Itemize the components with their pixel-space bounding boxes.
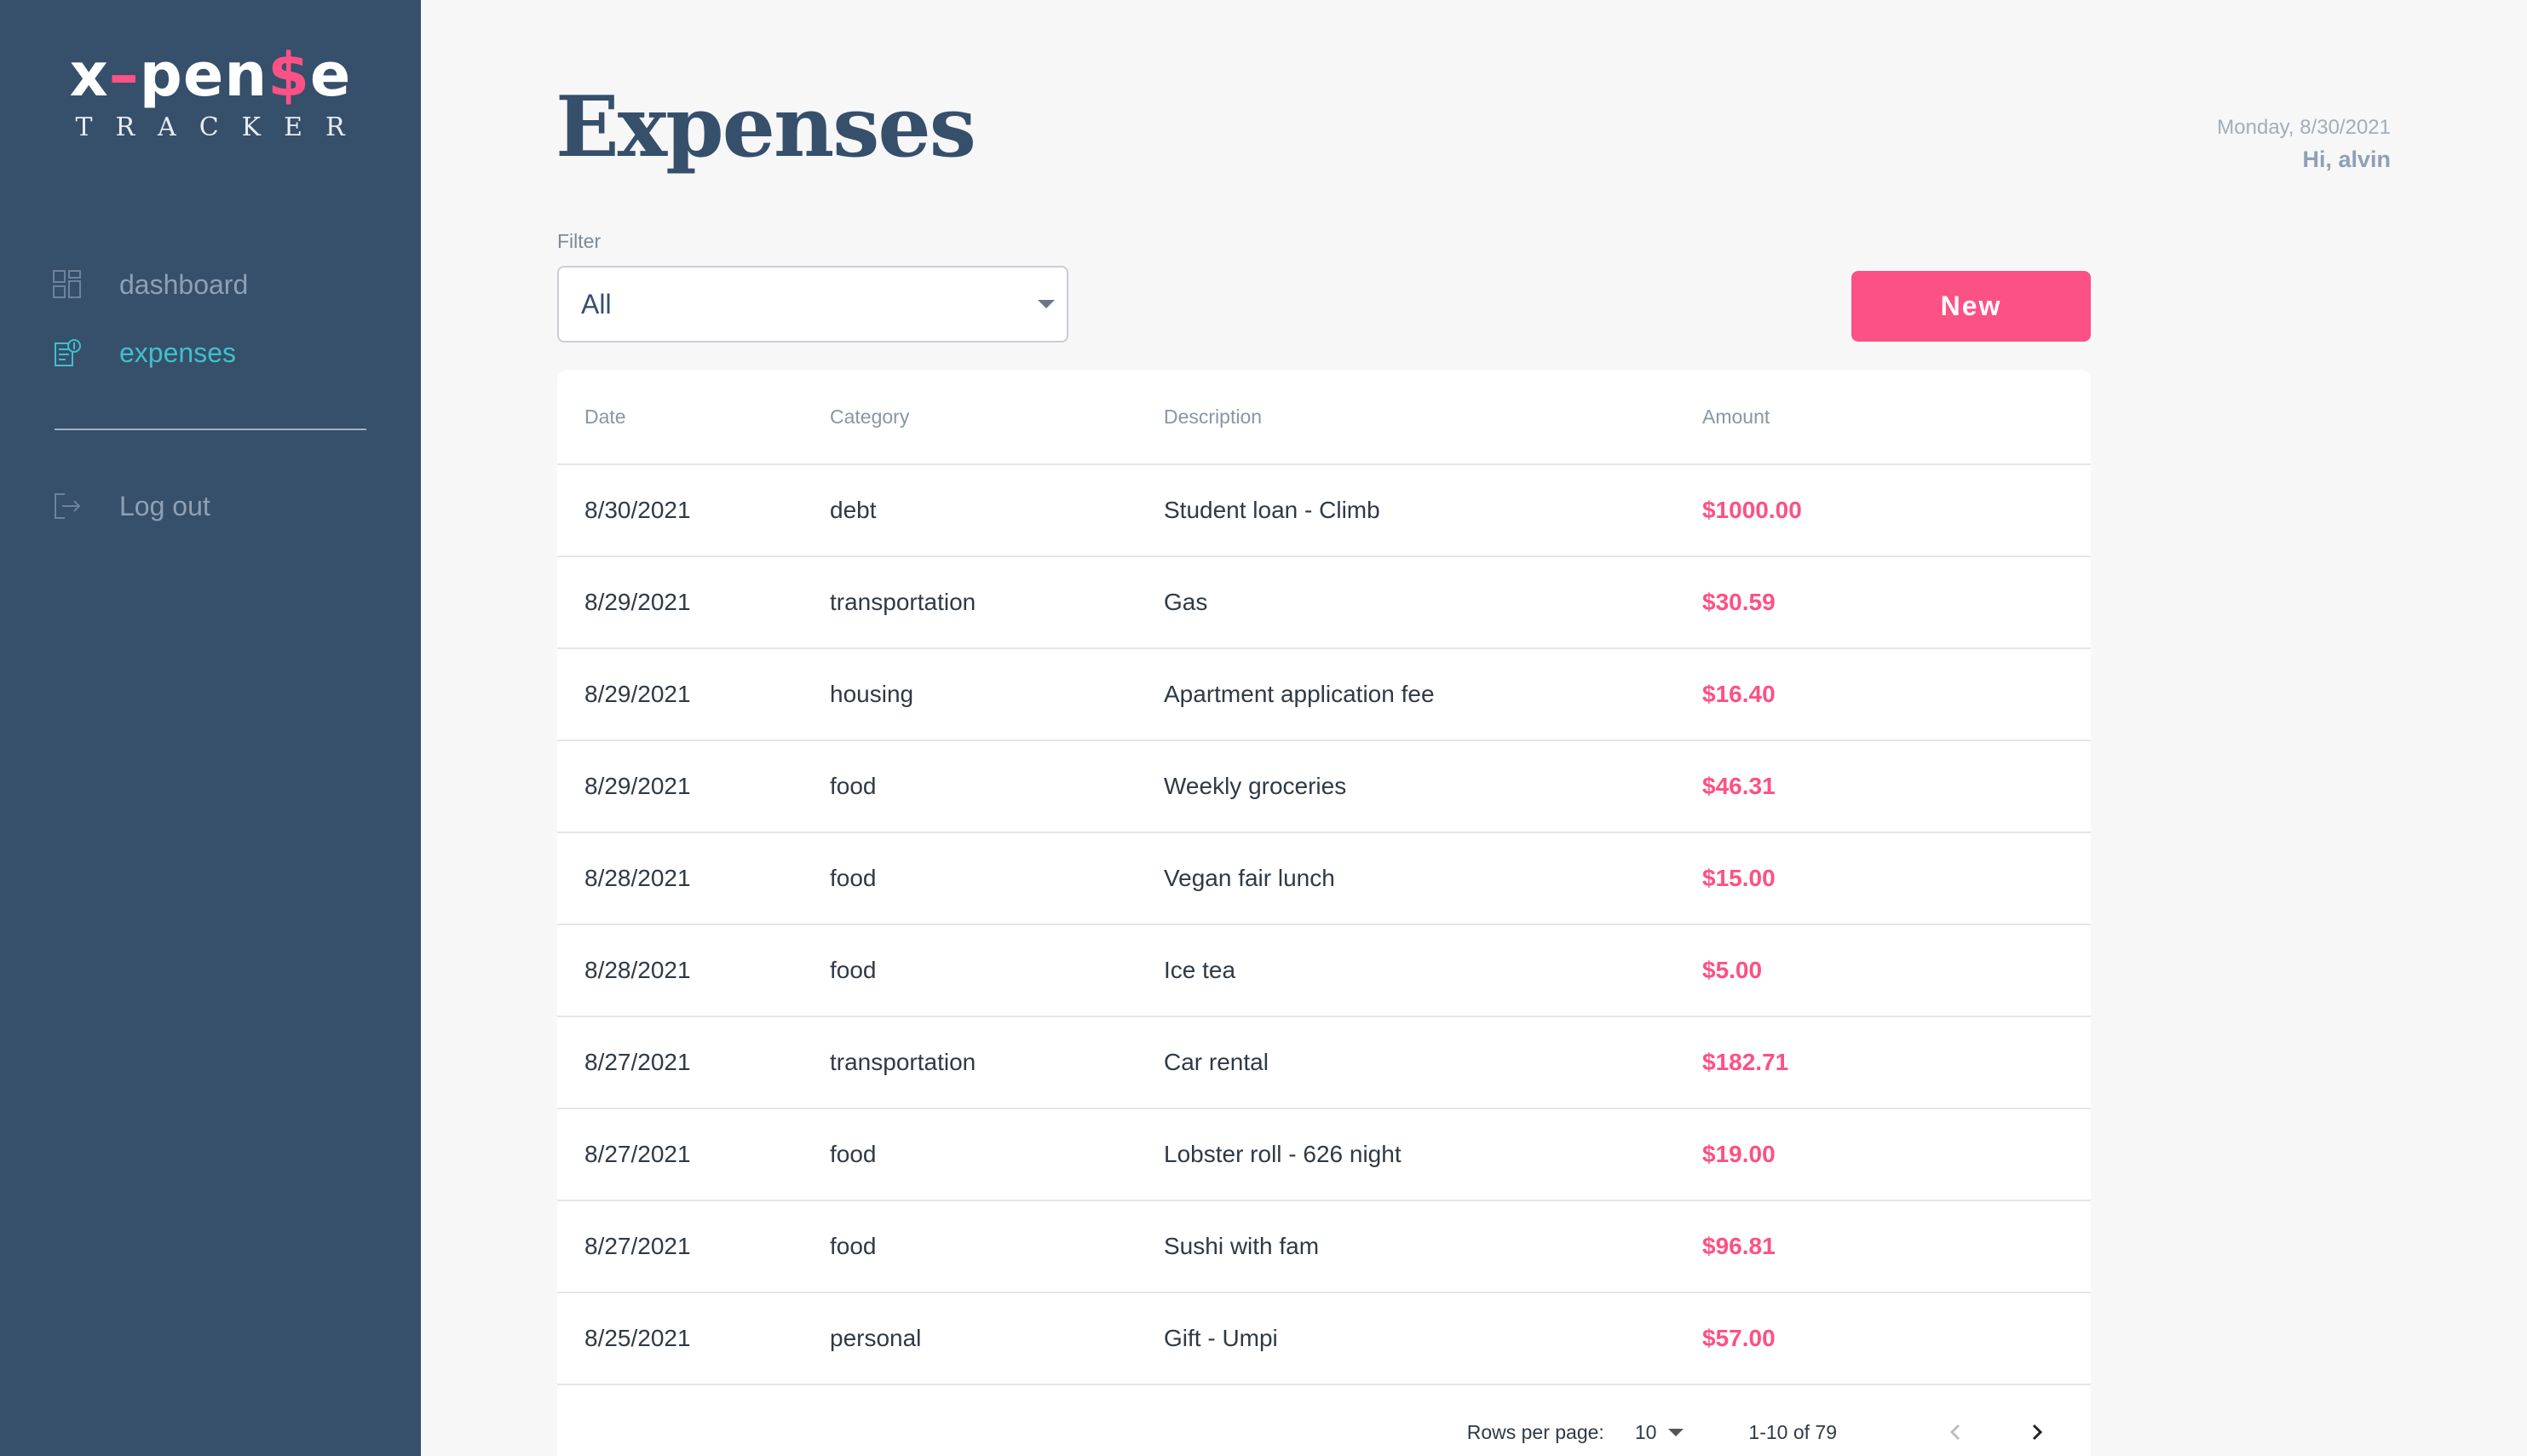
new-expense-button[interactable]: New <box>1851 271 2091 342</box>
logout-icon <box>53 492 82 521</box>
cell-category: personal <box>830 1325 922 1351</box>
sidebar-item-dashboard[interactable]: dashboard <box>53 264 368 305</box>
cell-amount: $1000.00 <box>1702 497 1802 523</box>
cell-date: 8/27/2021 <box>584 1141 691 1167</box>
receipt-icon <box>53 338 82 367</box>
user-greeting: Hi, alvin <box>2302 147 2391 172</box>
cell-date: 8/29/2021 <box>584 773 691 799</box>
sidebar-item-expenses[interactable]: expenses <box>53 332 368 373</box>
logo-subtitle: TRACKER <box>75 112 368 142</box>
cell-date: 8/28/2021 <box>584 957 691 983</box>
cell-amount: $15.00 <box>1702 865 1776 891</box>
cell-amount: $30.59 <box>1702 589 1776 615</box>
cell-category: food <box>830 1233 877 1259</box>
table-row[interactable]: 8/29/2021 housing Apartment application … <box>557 649 2091 741</box>
column-header-category[interactable]: Category <box>830 370 1164 463</box>
rows-per-page-value: 10 <box>1634 1420 1657 1443</box>
cell-category: debt <box>830 497 877 523</box>
cell-category: housing <box>830 681 914 707</box>
cell-date: 8/29/2021 <box>584 681 691 707</box>
cell-date: 8/27/2021 <box>584 1233 691 1259</box>
cell-amount: $46.31 <box>1702 773 1776 799</box>
cell-amount: $182.71 <box>1702 1049 1789 1075</box>
expenses-table: Date Category Description Amount 8/30/20… <box>557 370 2091 1456</box>
cell-date: 8/25/2021 <box>584 1325 691 1351</box>
table-row[interactable]: 8/27/2021 food Lobster roll - 626 night … <box>557 1109 2091 1201</box>
cell-description: Gas <box>1164 589 1208 615</box>
cell-date: 8/29/2021 <box>584 589 691 615</box>
table-row[interactable]: 8/25/2021 personal Gift - Umpi $57.00 <box>557 1293 2091 1385</box>
table-row[interactable]: 8/29/2021 food Weekly groceries $46.31 <box>557 741 2091 833</box>
table-row[interactable]: 8/28/2021 food Ice tea $5.00 <box>557 925 2091 1017</box>
cell-description: Weekly groceries <box>1164 773 1347 799</box>
table-row[interactable]: 8/27/2021 food Sushi with fam $96.81 <box>557 1201 2091 1293</box>
filter-value: All <box>581 288 612 319</box>
current-date: Monday, 8/30/2021 <box>2217 116 2391 139</box>
cell-description: Apartment application fee <box>1164 681 1435 707</box>
next-page-button[interactable] <box>2016 1412 2057 1453</box>
pagination: Rows per page: 10 1-10 of 79 <box>557 1385 2091 1456</box>
cell-date: 8/27/2021 <box>584 1049 691 1075</box>
cell-description: Ice tea <box>1164 957 1236 983</box>
logo-wordmark: x–pen$e <box>69 40 352 110</box>
table-header: Date Category Description Amount <box>557 370 2091 465</box>
cell-description: Student loan - Climb <box>1164 497 1380 523</box>
cell-description: Sushi with fam <box>1164 1233 1320 1259</box>
cell-date: 8/30/2021 <box>584 497 691 523</box>
sidebar-nav: dashboard expenses <box>53 264 368 400</box>
chevron-right-icon <box>2032 1424 2043 1441</box>
sidebar-item-label: expenses <box>119 337 236 368</box>
filter-select[interactable]: All <box>557 266 1068 342</box>
cell-amount: $5.00 <box>1702 957 1763 983</box>
column-header-description[interactable]: Description <box>1164 370 1702 463</box>
chevron-down-icon <box>1668 1428 1684 1436</box>
cell-date: 8/28/2021 <box>584 865 691 891</box>
table-row[interactable]: 8/30/2021 debt Student loan - Climb $100… <box>557 465 2091 557</box>
cell-category: transportation <box>830 589 976 615</box>
page-range: 1-10 of 79 <box>1748 1420 1837 1443</box>
column-header-date[interactable]: Date <box>557 370 830 463</box>
cell-description: Gift - Umpi <box>1164 1325 1278 1351</box>
page-title: Expenses <box>555 78 976 176</box>
cell-description: Vegan fair lunch <box>1164 865 1335 891</box>
filter-label: Filter <box>557 230 602 252</box>
dashboard-icon <box>53 270 82 299</box>
cell-amount: $19.00 <box>1702 1141 1776 1167</box>
cell-description: Car rental <box>1164 1049 1269 1075</box>
logout-button[interactable]: Log out <box>53 486 210 527</box>
cell-category: food <box>830 773 877 799</box>
logout-label: Log out <box>119 490 210 521</box>
sidebar-item-label: dashboard <box>119 268 249 300</box>
cell-category: food <box>830 865 877 891</box>
logo: x–pen$e TRACKER <box>53 41 368 142</box>
cell-amount: $96.81 <box>1702 1233 1776 1259</box>
cell-category: food <box>830 1141 877 1167</box>
cell-category: food <box>830 957 877 983</box>
cell-category: transportation <box>830 1049 976 1075</box>
table-row[interactable]: 8/28/2021 food Vegan fair lunch $15.00 <box>557 833 2091 925</box>
column-header-amount[interactable]: Amount <box>1702 370 2043 463</box>
rows-per-page-label: Rows per page: <box>1466 1420 1604 1443</box>
table-row[interactable]: 8/29/2021 transportation Gas $30.59 <box>557 557 2091 649</box>
cell-amount: $57.00 <box>1702 1325 1776 1351</box>
sidebar: x–pen$e TRACKER dashboard expenses Log o… <box>0 0 421 1456</box>
sidebar-divider <box>55 429 366 430</box>
previous-page-button[interactable] <box>1936 1412 1977 1453</box>
rows-per-page-select[interactable]: 10 <box>1635 1421 1684 1444</box>
cell-amount: $16.40 <box>1702 681 1776 707</box>
cell-description: Lobster roll - 626 night <box>1164 1141 1402 1167</box>
table-row[interactable]: 8/27/2021 transportation Car rental $182… <box>557 1017 2091 1109</box>
chevron-down-icon <box>1038 300 1055 308</box>
chevron-left-icon <box>1949 1424 1960 1441</box>
